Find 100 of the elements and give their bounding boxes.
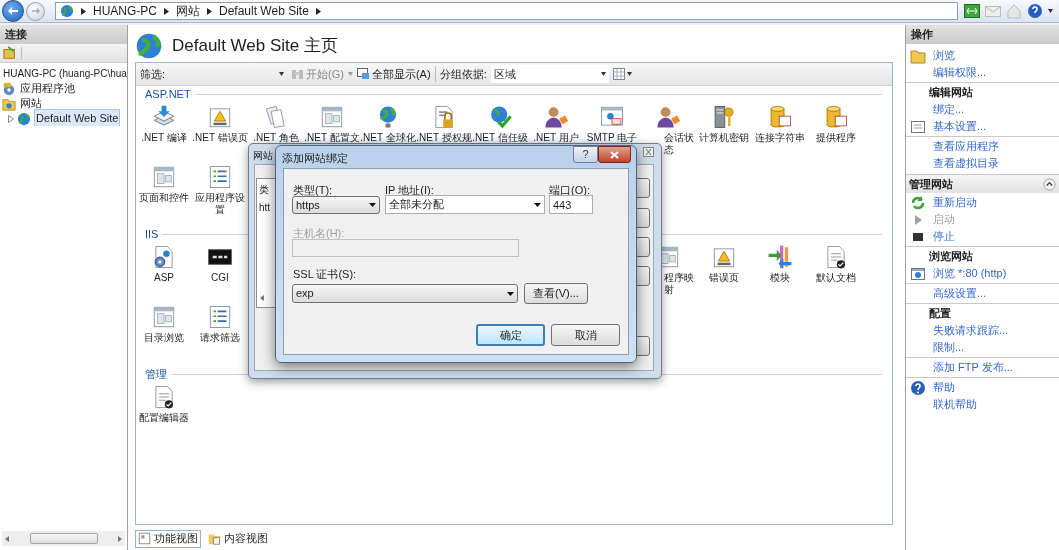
- port-field[interactable]: 443: [549, 195, 593, 214]
- breadcrumb[interactable]: Default Web Site: [219, 2, 309, 20]
- dropdown-caret-icon: [626, 72, 632, 76]
- view-tab[interactable]: 功能视图: [135, 529, 201, 548]
- envelope-icon: [985, 4, 1001, 18]
- tree-item[interactable]: 网站: [19, 95, 43, 112]
- dropdown-caret-icon: [507, 291, 514, 296]
- scroll-right-icon: [118, 535, 122, 542]
- feature-item[interactable]: 默认文档: [808, 244, 864, 284]
- back-arrow-icon: [7, 5, 19, 17]
- ok-button[interactable]: 确定: [476, 324, 545, 346]
- action-link[interactable]: 绑定...: [933, 101, 965, 118]
- tree-item[interactable]: Default Web Site: [34, 109, 121, 126]
- panel-title: 连接: [5, 27, 27, 43]
- section-title: 配置: [929, 306, 951, 322]
- window-icon: [356, 68, 370, 80]
- key-icon: [711, 104, 737, 130]
- ip-address-dropdown[interactable]: 全部未分配: [385, 195, 545, 214]
- list-icon: [207, 304, 233, 330]
- window-icon: [151, 304, 177, 330]
- forward-arrow-icon: [30, 6, 41, 16]
- action-link[interactable]: 失败请求跟踪...: [933, 322, 1009, 339]
- dropdown-caret-icon: [369, 203, 376, 207]
- group-heading: ASP.NET: [145, 88, 191, 100]
- back-button[interactable]: [2, 0, 24, 22]
- field-label: IP 地址(I):: [385, 183, 434, 198]
- help-icon: [1027, 3, 1043, 19]
- folder-page-icon: [208, 532, 221, 545]
- feature-item[interactable]: .NET 用户: [528, 104, 584, 144]
- view-mode-button[interactable]: [612, 68, 632, 80]
- ssl-certificate-dropdown[interactable]: exp: [292, 284, 518, 303]
- action-link[interactable]: 停止: [933, 228, 955, 245]
- panel-title: 操作: [911, 27, 933, 43]
- page-title: Default Web Site 主页: [172, 35, 338, 58]
- feature-item[interactable]: 连接字符串: [752, 104, 808, 144]
- action-link[interactable]: 联机帮助: [933, 396, 977, 413]
- database-icon: [823, 104, 849, 130]
- feature-item[interactable]: 页面和控件: [136, 164, 192, 204]
- user-icon: [543, 104, 569, 130]
- user-icon: [655, 104, 681, 130]
- action-link[interactable]: 查看虚拟目录: [933, 155, 999, 172]
- feature-item[interactable]: 提供程序: [808, 104, 864, 144]
- section-title: 浏览网站: [929, 249, 973, 265]
- feature-view-icon: [138, 532, 151, 545]
- chevron-icon: [164, 7, 169, 15]
- help-icon: [910, 379, 926, 396]
- field-label: 类型(T):: [293, 183, 333, 198]
- feature-item[interactable]: .NET 编译: [136, 104, 192, 144]
- group-heading: 管理: [145, 368, 167, 380]
- action-link[interactable]: 添加 FTP 发布...: [933, 359, 1013, 376]
- dialog-title: 网站: [253, 149, 273, 163]
- feature-item[interactable]: .NET 错误页: [192, 104, 248, 144]
- tree-item[interactable]: HUANG-PC (huang-PC\hua: [2, 66, 127, 81]
- horizontal-scrollbar[interactable]: [2, 531, 125, 546]
- feature-item[interactable]: 会话状态: [640, 104, 696, 156]
- feature-item[interactable]: 应用程序设置: [192, 164, 248, 216]
- show-all-button[interactable]: 全部显示(A): [356, 65, 431, 83]
- chevron-icon: [207, 7, 212, 15]
- column-header: 类: [259, 183, 269, 197]
- chevron-icon: [81, 7, 86, 15]
- database-icon: [767, 104, 793, 130]
- feature-item[interactable]: 目录浏览: [136, 304, 192, 344]
- group-by-label: 分组依据:: [439, 66, 487, 82]
- chevron-icon: [315, 7, 321, 15]
- action-link[interactable]: 编辑权限...: [933, 64, 987, 81]
- settings-page-icon: [910, 118, 926, 135]
- action-link[interactable]: 基本设置...: [933, 118, 987, 135]
- dialog-title: 添加网站绑定: [282, 151, 348, 166]
- cancel-button[interactable]: 取消: [551, 324, 620, 346]
- action-link[interactable]: 浏览 *:80 (http): [933, 265, 1007, 282]
- feature-item[interactable]: 请求筛选: [192, 304, 248, 344]
- arrows-icon: [767, 244, 793, 270]
- address-field[interactable]: HUANG-PC 网站 Default Web Site: [55, 2, 958, 20]
- action-link[interactable]: 浏览: [933, 47, 955, 64]
- feature-item[interactable]: CGI: [192, 244, 248, 284]
- action-link[interactable]: 重新启动: [933, 194, 977, 211]
- feature-item[interactable]: 错误页: [696, 244, 752, 284]
- feature-item[interactable]: 配置编辑器: [136, 384, 192, 424]
- action-link[interactable]: 查看应用程序: [933, 138, 999, 155]
- connect-icon: [3, 46, 17, 60]
- action-link[interactable]: 帮助: [933, 379, 955, 396]
- group-by-dropdown[interactable]: 区域: [490, 65, 609, 83]
- breadcrumb[interactable]: 网站: [176, 2, 200, 20]
- view-tab[interactable]: 内容视图: [205, 529, 271, 548]
- feature-item[interactable]: 模块: [752, 244, 808, 284]
- feature-item[interactable]: 计算机密钥: [696, 104, 752, 144]
- grid-view-icon: [612, 68, 625, 80]
- action-link[interactable]: 限制...: [933, 339, 965, 356]
- view-button[interactable]: 查看(V)...: [524, 283, 588, 304]
- action-link[interactable]: 高级设置...: [933, 285, 987, 302]
- help-button[interactable]: ?: [573, 146, 598, 163]
- breadcrumb[interactable]: HUANG-PC: [93, 2, 157, 20]
- feature-item[interactable]: ASP: [136, 244, 192, 284]
- dropdown-caret-icon: [1048, 9, 1053, 13]
- tree-item[interactable]: 应用程序池: [19, 80, 76, 97]
- close-button[interactable]: [598, 146, 631, 163]
- close-icon: [610, 150, 619, 159]
- dropdown-caret-icon: [279, 72, 285, 76]
- type-dropdown[interactable]: https: [292, 196, 380, 214]
- folder-icon: [910, 47, 926, 64]
